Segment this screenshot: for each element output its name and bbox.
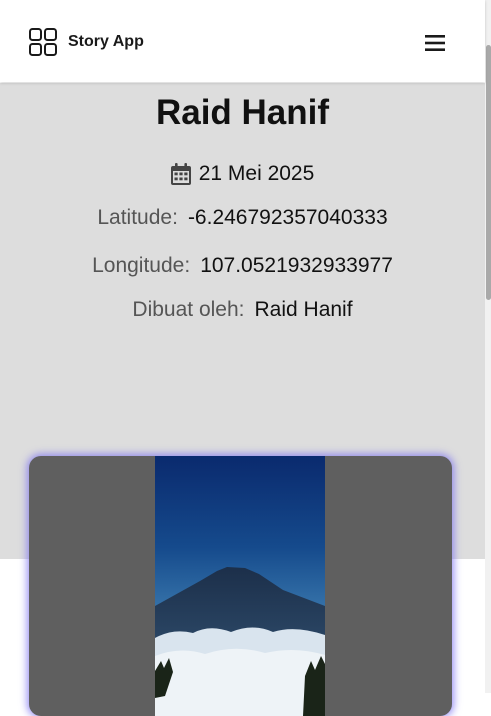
story-date-row: 21 Mei 2025 — [0, 162, 485, 186]
story-image-card — [29, 456, 452, 716]
brand-link[interactable]: Story App — [28, 27, 144, 57]
hamburger-icon — [425, 35, 445, 51]
author-label: Dibuat oleh: — [132, 298, 245, 321]
menu-button[interactable] — [420, 28, 450, 58]
author-value: Raid Hanif — [254, 298, 353, 321]
brand-name: Story App — [68, 33, 144, 50]
story-title: Raid Hanif — [155, 93, 330, 132]
author-row: Dibuat oleh: Raid Hanif — [0, 298, 485, 322]
calendar-icon — [170, 163, 191, 185]
latitude-label: Latitude: — [97, 206, 178, 229]
story-photo — [155, 456, 325, 716]
longitude-value: 107.0521932933977 — [200, 254, 393, 277]
grid-icon — [29, 28, 57, 56]
story-date: 21 Mei 2025 — [198, 162, 315, 185]
latitude-row: Latitude: -6.246792357040333 — [0, 206, 485, 230]
latitude-value: -6.246792357040333 — [187, 206, 388, 229]
longitude-label: Longitude: — [92, 254, 191, 277]
scrollbar-thumb[interactable] — [486, 45, 491, 300]
longitude-row: Longitude: 107.0521932933977 — [0, 254, 485, 278]
navbar: Story App — [0, 0, 485, 82]
